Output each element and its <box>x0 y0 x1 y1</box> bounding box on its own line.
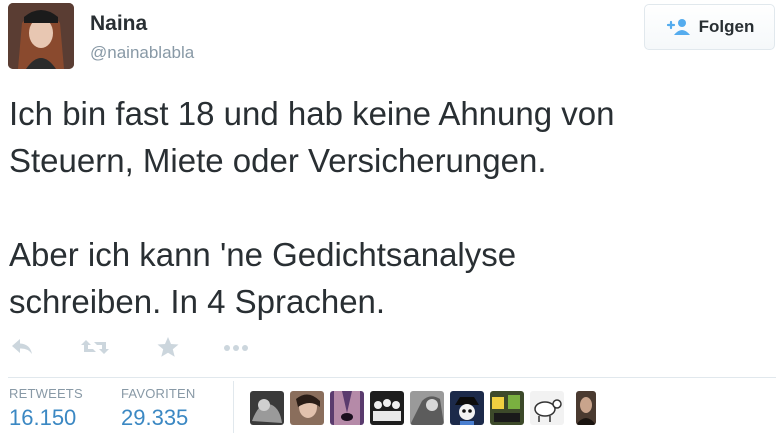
retweets-label: RETWEETS <box>9 386 83 401</box>
favoriter-avatar[interactable] <box>576 391 596 425</box>
reply-icon[interactable] <box>10 336 34 363</box>
retweet-icon[interactable] <box>80 336 110 363</box>
favorite-stat[interactable]: FAVORITEN 29.335 <box>121 386 196 431</box>
add-user-icon <box>665 18 691 36</box>
favoriter-avatar[interactable] <box>410 391 444 425</box>
retweet-stat[interactable]: RETWEETS 16.150 <box>9 386 83 431</box>
favoriter-avatar[interactable] <box>450 391 484 425</box>
follow-button-label: Folgen <box>698 17 755 36</box>
star-icon[interactable] <box>156 336 180 363</box>
favorites-count: 29.335 <box>121 405 189 430</box>
favorites-label: FAVORITEN <box>121 386 196 401</box>
stats-separator <box>233 381 234 433</box>
more-icon[interactable] <box>222 336 250 363</box>
favoriter-avatar[interactable] <box>290 391 324 425</box>
tweet-text: Ich bin fast 18 und hab keine Ahnung von… <box>9 95 615 320</box>
favoriter-avatar[interactable] <box>490 391 524 425</box>
follow-button[interactable]: Folgen <box>644 4 775 50</box>
favoriter-avatar[interactable] <box>330 391 364 425</box>
user-handle[interactable]: @nainablabla <box>90 43 194 63</box>
favoriter-avatar[interactable] <box>370 391 404 425</box>
user-name[interactable]: Naina <box>90 12 147 36</box>
avatar[interactable] <box>8 3 74 69</box>
retweets-count: 16.150 <box>9 405 77 430</box>
favoriter-avatar[interactable] <box>530 391 564 425</box>
favoriter-avatar[interactable] <box>250 391 284 425</box>
stats-divider <box>8 377 776 378</box>
